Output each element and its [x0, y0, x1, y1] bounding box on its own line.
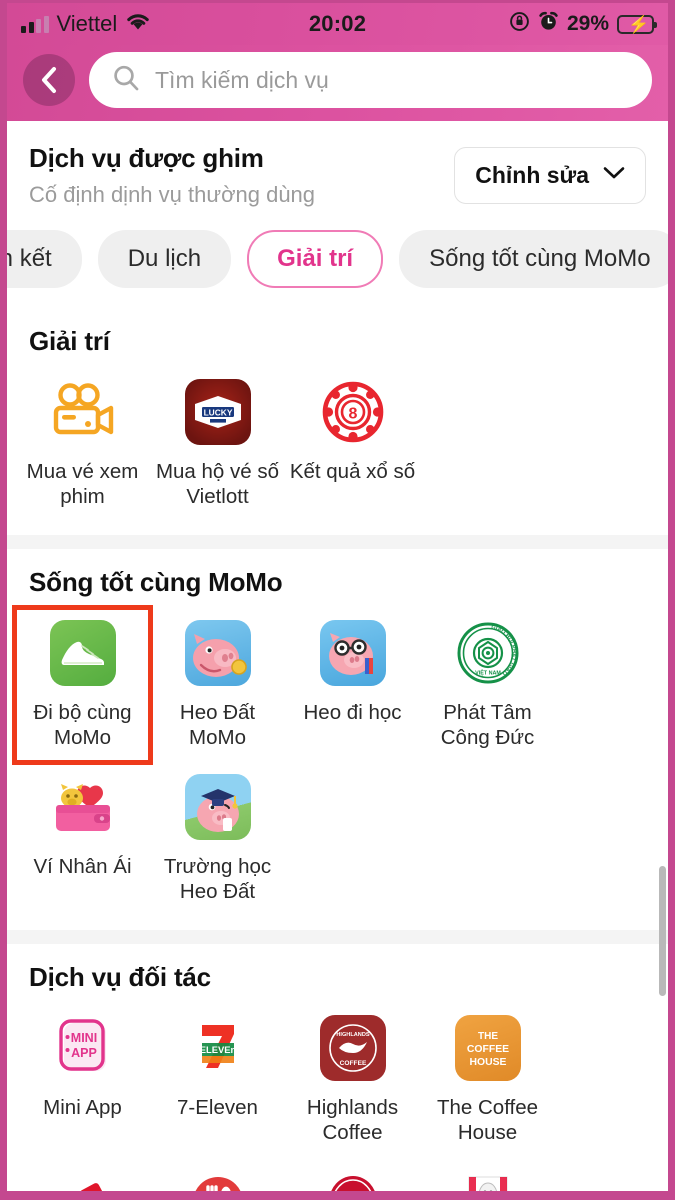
lucky-lottery-icon: LUCKY	[183, 377, 253, 447]
battery-percent-label: 29%	[566, 12, 609, 35]
page-subtitle: Cố định dịnh vụ thường dùng	[29, 182, 316, 207]
alarm-icon	[538, 11, 559, 37]
the-coffee-house-icon: THE COFFEE HOUSE	[453, 1013, 523, 1083]
service-tile-label: Phát Tâm Công Đức	[440, 701, 535, 749]
svg-text:COFFEE: COFFEE	[466, 1044, 508, 1055]
svg-text:VIỆT NAM: VIỆT NAM	[475, 669, 501, 677]
service-tile-label: Trường học Heo Đất	[163, 855, 272, 903]
kfc-icon: KFC	[453, 1167, 523, 1191]
charity-wallet-icon	[48, 772, 118, 842]
service-tile[interactable]: GIÁO HỘI PHẬT GIÁO VIỆT NAM Phát Tâm Công…	[420, 608, 555, 762]
service-grid: MINI APP Mini App ELEVEn 7-Eleven HIGHLAN…	[7, 1003, 668, 1191]
vertical-scrollbar[interactable]	[659, 866, 666, 996]
svg-text:HIGHLANDS: HIGHLANDS	[336, 1032, 370, 1038]
phone-screen: Viettel 20:02 29% ⚡ Tìm kiếm dịch vụ Dịc…	[0, 0, 675, 1200]
page-title: Dịch vụ được ghim	[29, 143, 264, 173]
status-bar-right: 29% ⚡	[509, 11, 657, 37]
edit-button-label: Chỉnh sửa	[475, 162, 589, 188]
service-tile[interactable]: LUCKY Mua hộ vé số Vietlott	[150, 367, 285, 521]
category-chip[interactable]: Sống tốt cùng MoMo	[399, 230, 668, 288]
lottery-result-icon: 8	[318, 377, 388, 447]
svg-text:APP: APP	[71, 1046, 97, 1060]
highlands-coffee-icon: HIGHLANDS COFFEE	[318, 1013, 388, 1083]
service-tile[interactable]: Heo Đất MoMo	[150, 608, 285, 762]
service-tile-label: Đi bộ cùng MoMo	[33, 701, 132, 749]
service-grid: Mua vé xem phim LUCKY Mua hộ vé số Vietl…	[7, 367, 668, 521]
svg-text:ELEVEn: ELEVEn	[199, 1044, 236, 1055]
pinned-header: Dịch vụ được ghim Cố định dịnh vụ thường…	[7, 121, 668, 208]
service-tile[interactable]: Ví Nhân Ái	[15, 762, 150, 916]
category-chip[interactable]: iên kết	[7, 230, 82, 288]
service-tile-label: Mua hộ vé số Vietlott	[155, 460, 280, 508]
pizza-hut-icon: Pizza Hut	[318, 1167, 388, 1191]
service-tile-label: Mini App	[43, 1096, 122, 1119]
chevron-left-icon	[37, 65, 61, 95]
service-tile-label: Highlands Coffee	[306, 1096, 399, 1144]
service-section: Giải trí Mua vé xem phim LUCKY Mua hộ vé…	[7, 308, 668, 535]
section-title: Giải trí	[29, 326, 110, 356]
seven-eleven-icon: ELEVEn	[183, 1013, 253, 1083]
service-tile[interactable]: ELEVEn 7-Eleven	[150, 1003, 285, 1157]
edit-button[interactable]: Chỉnh sửa	[454, 147, 646, 204]
buddhist-seal-icon: GIÁO HỘI PHẬT GIÁO VIỆT NAM	[453, 618, 523, 688]
walking-shoe-icon	[48, 618, 118, 688]
service-tile-label: Kết quả xổ số	[289, 460, 416, 483]
service-tile-label: 7-Eleven	[177, 1096, 258, 1119]
status-bar: Viettel 20:02 29% ⚡	[7, 3, 668, 45]
service-tile[interactable]: Mua vé xem phim	[15, 367, 150, 521]
service-section: Dịch vụ đối tác MINI APP Mini App ELEVEn …	[7, 944, 668, 1191]
search-placeholder: Tìm kiếm dịch vụ	[155, 66, 329, 93]
movie-camera-icon	[48, 377, 118, 447]
service-tile[interactable]: Domino's Pizza	[15, 1157, 150, 1191]
section-title: Sống tốt cùng MoMo	[29, 567, 283, 597]
svg-text:MINI: MINI	[70, 1031, 96, 1045]
service-tile[interactable]: 8 Kết quả xổ số	[285, 367, 420, 521]
service-tile[interactable]: GoFood by	[150, 1157, 285, 1191]
gofood-icon	[183, 1167, 253, 1191]
service-sections: Giải trí Mua vé xem phim LUCKY Mua hộ vé…	[7, 308, 668, 1191]
graduate-pig-icon	[183, 772, 253, 842]
mini-app-icon: MINI APP	[48, 1013, 118, 1083]
back-button[interactable]	[23, 54, 75, 106]
section-divider	[7, 535, 668, 549]
battery-icon: ⚡	[617, 14, 657, 34]
svg-text:COFFEE: COFFEE	[339, 1060, 366, 1067]
chevron-down-icon	[603, 166, 625, 185]
service-tile-label: Heo đi học	[303, 701, 402, 724]
search-header: Tìm kiếm dịch vụ	[7, 45, 668, 121]
charging-bolt-icon: ⚡	[628, 15, 650, 34]
svg-text:LUCKY: LUCKY	[203, 407, 232, 417]
rotation-lock-icon	[509, 11, 530, 37]
service-tile[interactable]: THE COFFEE HOUSE The Coffee House	[420, 1003, 555, 1157]
svg-text:HOUSE: HOUSE	[469, 1057, 506, 1068]
service-tile[interactable]: HIGHLANDS COFFEE Highlands Coffee	[285, 1003, 420, 1157]
dominos-pizza-icon	[48, 1167, 118, 1191]
piggy-bank-icon	[183, 618, 253, 688]
category-chip-active[interactable]: Giải trí	[247, 230, 384, 288]
section-divider	[7, 930, 668, 944]
service-tile[interactable]: Trường học Heo Đất	[150, 762, 285, 916]
search-input[interactable]: Tìm kiếm dịch vụ	[89, 52, 652, 108]
service-tile-label: Mua vé xem phim	[26, 460, 139, 508]
category-chip-row[interactable]: iên kết Du lịch Giải trí Sống tốt cùng MoMo	[7, 208, 668, 308]
service-tile-label: Ví Nhân Ái	[33, 855, 132, 878]
svg-text:8: 8	[348, 406, 357, 423]
service-tile-label: The Coffee House	[436, 1096, 539, 1144]
svg-text:THE: THE	[478, 1031, 498, 1042]
pinned-services-card: Dịch vụ được ghim Cố định dịnh vụ thường…	[7, 121, 668, 308]
study-pig-icon	[318, 618, 388, 688]
category-chip[interactable]: Du lịch	[97, 230, 232, 288]
search-icon	[111, 63, 141, 98]
service-tile[interactable]: Đi bộ cùng MoMo	[15, 608, 150, 762]
service-tile[interactable]: Pizza HutPizza Hut	[285, 1157, 420, 1191]
pinned-titles: Dịch vụ được ghim Cố định dịnh vụ thường…	[29, 143, 315, 208]
service-tile[interactable]: KFCKFC Việt Nam	[420, 1157, 555, 1191]
service-grid: Đi bộ cùng MoMo Heo Đất MoMo Heo đi học …	[7, 608, 668, 916]
service-section: Sống tốt cùng MoMo Đi bộ cùng MoMo Heo Đ…	[7, 549, 668, 930]
scroll-body[interactable]: Dịch vụ được ghim Cố định dịnh vụ thường…	[7, 121, 668, 1191]
service-tile[interactable]: Heo đi học	[285, 608, 420, 762]
service-tile[interactable]: MINI APP Mini App	[15, 1003, 150, 1157]
section-title: Dịch vụ đối tác	[29, 962, 211, 992]
service-tile-label: Heo Đất MoMo	[179, 701, 256, 749]
